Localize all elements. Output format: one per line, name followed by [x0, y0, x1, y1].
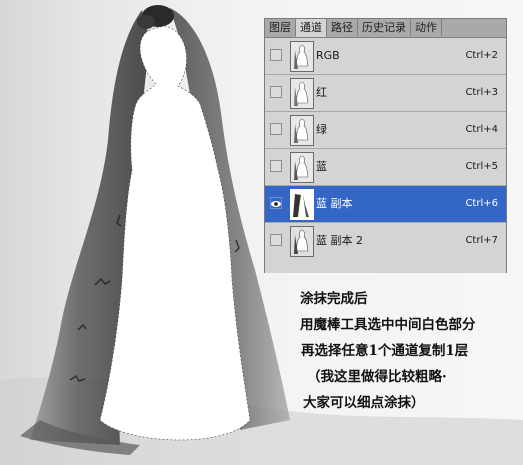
channel-thumbnail: [290, 115, 314, 146]
note-line: 大家可以细点涂抹）: [303, 395, 425, 411]
channel-shortcut: Ctrl+2: [465, 50, 498, 61]
panel-tab-bar: 图层 通道 路径 历史记录 动作: [265, 19, 506, 38]
channel-thumbnail: [290, 152, 314, 183]
channel-shortcut: Ctrl+4: [465, 124, 498, 135]
note-line: （我这里做得比较粗略·: [307, 369, 447, 385]
channel-name: 蓝 副本: [316, 197, 353, 210]
channel-name: 绿: [316, 123, 327, 136]
tab-channels[interactable]: 通道: [296, 19, 327, 37]
channel-shortcut: Ctrl+6: [465, 198, 498, 209]
note-line: 涂抹完成后: [300, 291, 368, 307]
channel-row-blue-copy-2[interactable]: 蓝 副本 2 Ctrl+7: [265, 223, 506, 260]
channel-list: RGB Ctrl+2 红 Ctrl+3 绿 Ctrl+4 蓝 Ctrl+5 蓝: [265, 38, 506, 260]
eye-icon: [271, 201, 281, 207]
channel-thumbnail: [290, 78, 314, 109]
channel-row-green[interactable]: 绿 Ctrl+4: [265, 112, 506, 149]
channel-row-red[interactable]: 红 Ctrl+3: [265, 75, 506, 112]
tab-history[interactable]: 历史记录: [358, 19, 411, 36]
channels-panel: 图层 通道 路径 历史记录 动作 RGB Ctrl+2 红 Ctrl+3 绿 C…: [264, 18, 507, 273]
channel-row-rgb[interactable]: RGB Ctrl+2: [265, 38, 506, 75]
visibility-toggle[interactable]: [270, 234, 282, 246]
channel-thumbnail: [290, 41, 314, 72]
channel-thumbnail: [290, 226, 314, 257]
channel-row-blue-copy[interactable]: 蓝 副本 Ctrl+6: [265, 186, 506, 223]
channel-name: 蓝: [316, 160, 327, 173]
visibility-toggle[interactable]: [270, 160, 282, 172]
channel-name: 蓝 副本 2: [316, 234, 363, 247]
note-line: 再选择任意1个通道复制1层: [301, 343, 469, 359]
channel-shortcut: Ctrl+5: [465, 161, 498, 172]
visibility-toggle[interactable]: [270, 86, 282, 98]
note-line: 用魔棒工具选中中间白色部分: [300, 317, 476, 333]
channel-name: RGB: [316, 49, 340, 62]
visibility-toggle[interactable]: [270, 123, 282, 135]
channel-name: 红: [316, 86, 327, 99]
tab-actions[interactable]: 动作: [411, 19, 442, 36]
instruction-note: 涂抹完成后 用魔棒工具选中中间白色部分 再选择任意1个通道复制1层 （我这里做得…: [300, 286, 523, 416]
visibility-toggle[interactable]: [270, 49, 282, 61]
channel-row-blue[interactable]: 蓝 Ctrl+5: [265, 149, 506, 186]
panel-footer: [265, 257, 506, 273]
channel-shortcut: Ctrl+7: [465, 235, 498, 246]
tab-paths[interactable]: 路径: [327, 19, 358, 36]
channel-thumbnail: [290, 189, 314, 220]
channel-shortcut: Ctrl+3: [465, 87, 498, 98]
tab-layers[interactable]: 图层: [265, 19, 296, 36]
visibility-toggle[interactable]: [270, 197, 282, 209]
